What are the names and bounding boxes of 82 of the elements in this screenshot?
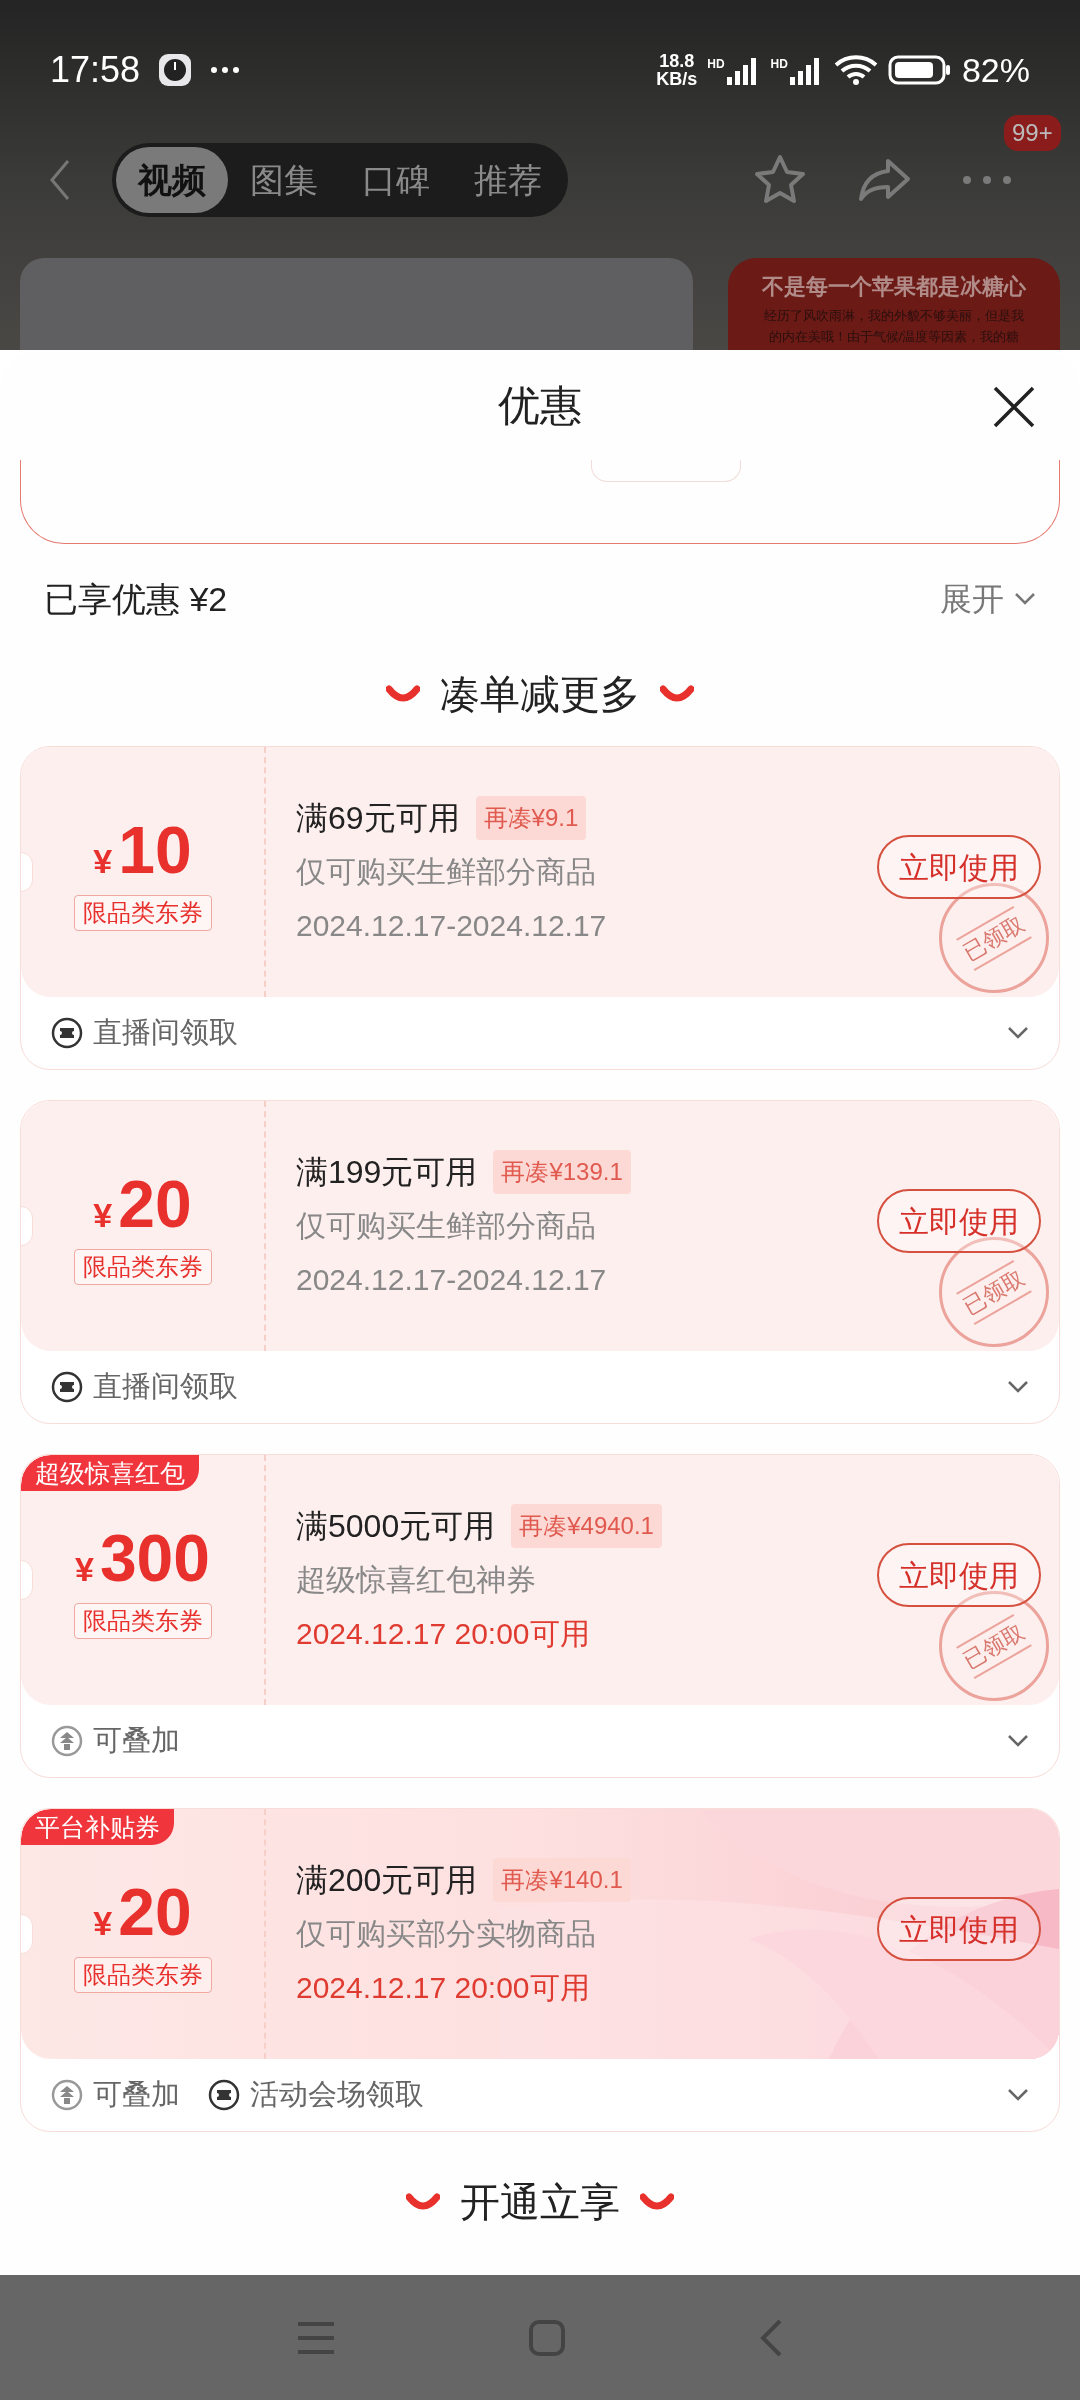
clock-time: 17:58 [50,48,141,92]
menu-icon[interactable] [296,2319,336,2356]
wifi-icon [833,54,878,86]
coupon-condition: 满200元可用 [296,1861,478,1900]
share-icon[interactable] [858,157,912,203]
coupon-amount: ¥10 [93,813,192,887]
section-title: 开通立享 [460,2179,620,2226]
coupon-amount: ¥20 [93,1167,192,1241]
coupon-condition: 满5000元可用 [296,1507,496,1546]
smile-curve-icon [386,685,420,703]
notification-badge: 99+ [1004,115,1061,151]
coupon-description: 仅可购买生鲜部分商品 [296,854,597,890]
coupon-source: 可叠加 [93,1723,180,1759]
smile-curve-icon [406,2193,440,2211]
coupon-source: 活动会场领取 [250,2077,424,2113]
chevron-down-icon[interactable] [1007,1734,1029,1748]
network-speed-unit: KB/s [656,70,698,88]
shortfall-tag: 再凑¥140.1 [493,1858,631,1902]
sheet-title: 优惠 [498,380,582,431]
use-now-button[interactable]: 立即使用 [877,1189,1041,1253]
hd-label: HD [707,56,725,73]
expand-button[interactable]: 展开 [940,575,1036,623]
clock-app-icon [158,53,193,87]
back-icon[interactable] [758,2317,784,2358]
hd-label: HD [770,56,788,73]
coupon-type-tag: 限品类东券 [73,894,212,931]
battery-icon [887,55,952,85]
coupon-type-tag: 限品类东券 [73,1956,212,1993]
ticket-icon [51,1371,83,1403]
more-icon[interactable] [962,175,1012,185]
corner-tag: 超级惊喜红包 [21,1455,199,1491]
coupon-source: 直播间领取 [93,1369,238,1405]
use-now-button[interactable]: 立即使用 [877,1543,1041,1607]
coupon-validity: 2024.12.17 20:00可用 [296,1970,591,2006]
ticket-icon [51,1017,83,1049]
coupon-type-tag: 限品类东券 [73,1248,212,1285]
promo-card-title: 不是每一个苹果都是冰糖心 [762,273,1026,301]
promo-card-text: 经历了风吹雨淋，我的外貌不够美丽，但是我 [764,307,1024,324]
coupon-source: 可叠加 [93,2077,180,2113]
section-title: 凑单减更多 [440,671,640,718]
use-now-button[interactable]: 立即使用 [877,1897,1041,1961]
savings-summary: 已享优惠 ¥2 [44,578,228,620]
stack-icon [51,1725,83,1757]
tab[interactable]: 口碑 [340,147,452,213]
back-icon[interactable] [48,158,72,202]
use-now-button[interactable]: 立即使用 [877,835,1041,899]
coupon-description: 超级惊喜红包神券 [296,1562,537,1598]
ticket-icon [208,2079,240,2111]
coupon-validity: 2024.12.17 20:00可用 [296,1616,591,1652]
coupon-condition: 满199元可用 [296,1153,478,1192]
shortfall-tag: 再凑¥4940.1 [511,1504,662,1548]
chevron-down-icon[interactable] [1007,2088,1029,2102]
smile-curve-icon [640,2193,674,2211]
tab[interactable]: 视频 [116,147,228,213]
coupon-validity: 2024.12.17-2024.12.17 [296,1262,608,1298]
tab[interactable]: 推荐 [452,147,564,213]
more-notifications-icon [210,66,241,74]
coupon-validity: 2024.12.17-2024.12.17 [296,908,608,944]
corner-tag: 平台补贴券 [21,1809,174,1845]
claimed-stamp: 已领取 [939,1591,1049,1701]
coupon-description: 仅可购买生鲜部分商品 [296,1208,597,1244]
chevron-down-icon[interactable] [1007,1380,1029,1394]
smile-curve-icon [660,685,694,703]
claimed-stamp: 已领取 [939,1237,1049,1347]
chevron-down-icon [1014,592,1036,606]
promo-card-text: 的内在美哦！由于气候/温度等因素，我的糖 [768,328,1020,345]
home-icon[interactable] [528,2318,566,2357]
battery-percent: 82% [961,49,1030,91]
coupon-type-tag: 限品类东券 [73,1602,212,1639]
network-speed: 18.8 [659,52,695,70]
coupon-amount: ¥300 [74,1521,210,1595]
chevron-down-icon[interactable] [1007,1026,1029,1040]
close-icon[interactable] [993,386,1035,428]
claimed-stamp: 已领取 [939,883,1049,993]
coupon-condition: 满69元可用 [296,799,460,838]
shortfall-tag: 再凑¥139.1 [493,1150,631,1194]
coupon-source: 直播间领取 [93,1015,238,1051]
stack-icon [51,2079,83,2111]
tab[interactable]: 图集 [228,147,340,213]
shortfall-tag: 再凑¥9.1 [475,796,587,840]
coupon-description: 仅可购买部分实物商品 [296,1916,597,1952]
coupon-amount: ¥20 [93,1875,192,1949]
